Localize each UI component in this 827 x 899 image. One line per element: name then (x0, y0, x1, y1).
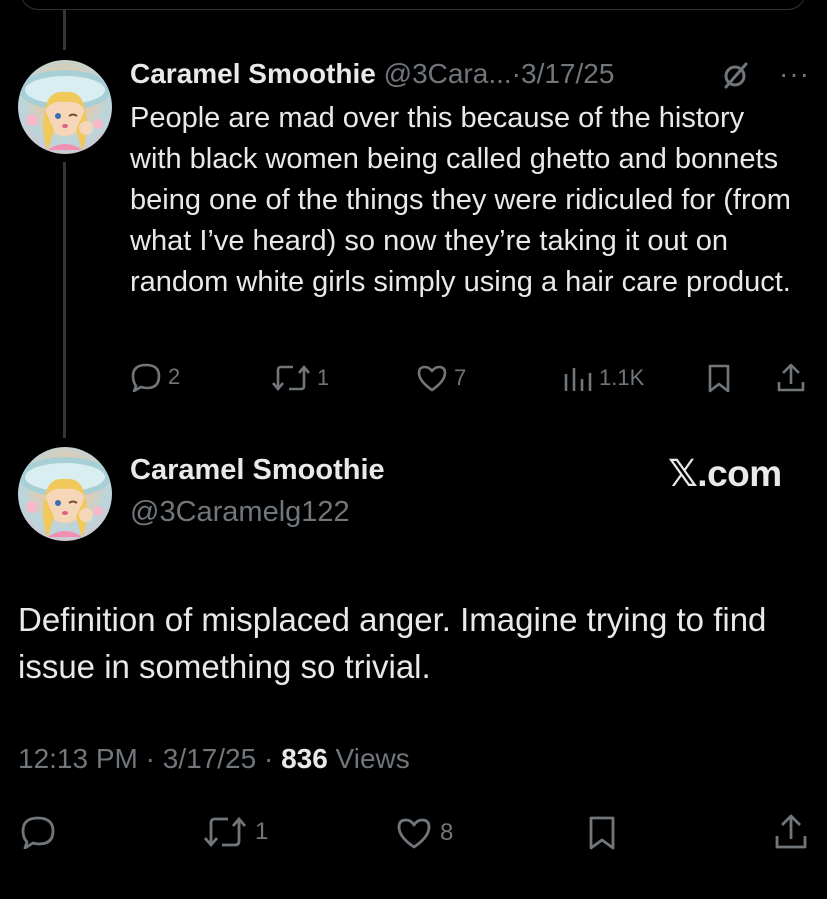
main-views-count: 836 (281, 743, 328, 774)
main-author-name[interactable]: Caramel Smoothie (130, 454, 385, 487)
share-icon (775, 814, 807, 849)
reply-action-reply[interactable]: 2 (130, 362, 180, 392)
main-time[interactable]: 12:13 PM (18, 743, 138, 774)
like-count: 7 (454, 365, 467, 390)
views-bars-icon (564, 368, 592, 391)
more-dots-icon[interactable]: ··· (779, 54, 810, 94)
reply-action-like[interactable]: 7 (416, 364, 466, 392)
main-like-count: 8 (440, 819, 454, 846)
main-date[interactable]: 3/17/25 (163, 743, 256, 774)
repost-icon (203, 816, 247, 848)
reply-handle[interactable]: @3Cara... (384, 58, 512, 89)
bookmark-icon (708, 364, 730, 393)
reply-action-bookmark[interactable] (707, 363, 731, 393)
grok-slash-icon[interactable] (722, 60, 750, 100)
thread-line-top (63, 10, 66, 50)
reply-action-share[interactable] (776, 362, 806, 394)
main-action-reply[interactable] (20, 815, 56, 849)
main-views-label: Views (327, 743, 410, 774)
reply-author-name[interactable]: Caramel Smoothie (130, 58, 376, 89)
reply-bubble-icon (131, 363, 161, 392)
repost-count: 1 (317, 365, 330, 390)
share-icon (777, 363, 805, 392)
reply-action-repost[interactable]: 1 (271, 364, 329, 392)
views-count: 1.1K (599, 365, 645, 390)
reply-count: 2 (168, 364, 181, 389)
main-text: Definition of misplaced anger. Imagine t… (18, 601, 767, 685)
meta-separator: · (137, 743, 163, 774)
main-action-bookmark[interactable] (588, 815, 616, 851)
main-action-share[interactable] (774, 813, 808, 851)
reply-date[interactable]: 3/17/25 (521, 58, 614, 89)
main-meta: 12:13 PM · 3/17/25 · 836 Views (18, 743, 410, 775)
reply-text: People are mad over this because of the … (130, 102, 791, 298)
main-avatar[interactable] (18, 447, 112, 541)
main-handle[interactable]: @3Caramelg122 (130, 496, 350, 529)
previous-tweet-card (20, 0, 806, 10)
reply-action-views[interactable]: 1.1K (563, 364, 644, 392)
reply-header: Caramel Smoothie @3Cara...·3/17/25 ··· (130, 54, 810, 94)
heart-icon (417, 365, 447, 392)
meta-separator: · (256, 743, 282, 774)
thread-line-bottom (63, 162, 66, 438)
reply-avatar[interactable] (18, 60, 112, 154)
main-action-repost[interactable]: 1 (203, 816, 268, 848)
heart-icon (397, 818, 431, 849)
reply-separator: · (511, 58, 521, 89)
bookmark-icon (589, 816, 615, 850)
repost-icon (272, 364, 310, 392)
x-logo-watermark: 𝕏.com (668, 453, 782, 494)
main-repost-count: 1 (255, 818, 269, 845)
main-action-like[interactable]: 8 (396, 817, 453, 849)
reply-bubble-icon (21, 816, 55, 849)
